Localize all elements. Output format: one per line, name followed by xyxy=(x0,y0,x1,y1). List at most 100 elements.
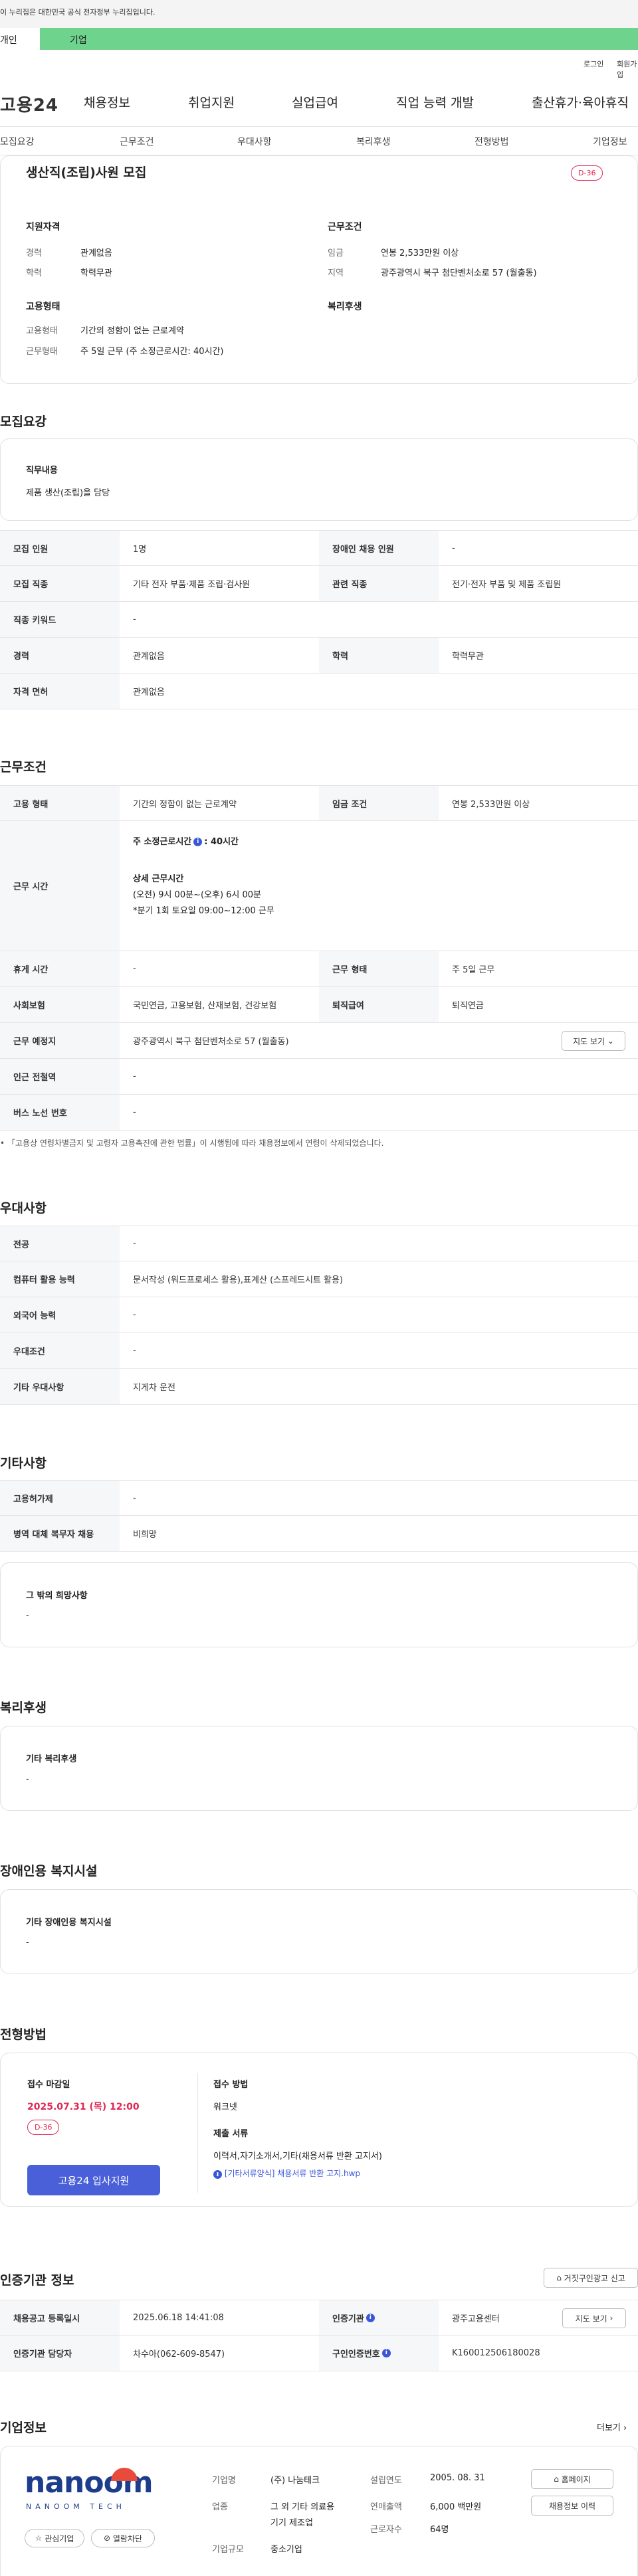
block-label: 열람차단 xyxy=(112,2533,143,2543)
homepage-button[interactable]: ⌂ 홈페이지 xyxy=(531,2469,613,2489)
gnb-training[interactable]: 직업 능력 개발 xyxy=(396,93,474,111)
apply-button[interactable]: 고용24 입사지원 xyxy=(27,2165,160,2195)
anchor-company[interactable]: 기업정보 xyxy=(593,135,627,148)
favorite-label: 관심기업 xyxy=(45,2533,74,2543)
prefer-heading: 우대사항 xyxy=(0,1201,47,1216)
tab-company[interactable]: 기업 xyxy=(70,33,87,46)
employees-value: 64명 xyxy=(430,2525,449,2535)
welfare-card: 기타 복리후생 - xyxy=(0,1726,638,1811)
career-label: 경력 xyxy=(26,248,42,258)
th-emp: 고용 형태 xyxy=(0,786,120,820)
disability-title: 기타 장애인용 복지시설 xyxy=(26,1918,112,1928)
th-major: 전공 xyxy=(0,1226,120,1261)
info-icon[interactable]: i xyxy=(366,2313,375,2322)
law-note-text: 「고용상 연령차별금지 및 고령자 고용촉진에 관한 법률」이 시행됨에 따라 … xyxy=(7,1139,384,1148)
history-button[interactable]: 채용정보 이력 xyxy=(531,2496,613,2516)
th-hours: 근무 시간 xyxy=(0,821,120,951)
worktype-label: 근무형태 xyxy=(26,347,58,357)
anchor-prefer[interactable]: 우대사항 xyxy=(237,135,272,148)
gov-banner: 이 누리집은 대한민국 공식 전자정부 누리집입니다. xyxy=(0,0,638,28)
th-related-job: 관련 직종 xyxy=(319,566,439,601)
gnb-support[interactable]: 취업지원 xyxy=(188,93,235,111)
th-wage: 임금 조건 xyxy=(319,786,439,820)
anchor-welfare[interactable]: 복리후생 xyxy=(356,135,391,148)
td-reg-date: 2025.06.18 14:41:08 xyxy=(133,2312,224,2323)
td-retire: 퇴직연금 xyxy=(452,1001,484,1011)
cert-heading: 인증기관 정보 xyxy=(0,2273,74,2288)
gnb-leave[interactable]: 출산휴가·육아휴직 xyxy=(532,93,629,111)
td-bus: - xyxy=(133,1107,136,1117)
th-permit: 고용허가제 xyxy=(0,1481,120,1515)
th-org-label: 인증기관 xyxy=(332,2314,364,2324)
td-hours: 주 소정근로시간 i: 40시간 상세 근무시간 (오전) 9시 00분~(오후)… xyxy=(120,821,638,951)
site-logo[interactable]: 고용24 xyxy=(0,92,58,116)
td-job-type: 기타 전자 부품·제품 조립·검사원 xyxy=(133,580,251,590)
law-note: • 「고용상 연령차별금지 및 고령자 고용촉진에 관한 법률」이 시행됨에 따… xyxy=(0,1139,384,1148)
attachment-link[interactable]: ⬇ [기타서류양식] 채용서류 반환 고지.hwp xyxy=(213,2167,360,2179)
chevron-right-icon: › xyxy=(623,2423,627,2433)
anchor-recruit[interactable]: 모집요강 xyxy=(0,135,35,148)
report-button[interactable]: ⌂ 거짓구인광고 신고 xyxy=(544,2268,638,2288)
more-link[interactable]: 더보기 › xyxy=(597,2421,627,2433)
th-station: 인근 전철역 xyxy=(0,1059,120,1094)
wage-label: 임금 xyxy=(328,248,344,258)
login-link[interactable]: 로그인 xyxy=(584,58,603,69)
deadline-label: 접수 마감일 xyxy=(27,2080,70,2090)
tab-personal[interactable]: 개인 xyxy=(0,28,40,50)
signup-link[interactable]: 회원가입 xyxy=(617,58,638,80)
welfare-heading: 복리후생 xyxy=(0,1701,47,1715)
anchor-conditions[interactable]: 근무조건 xyxy=(120,135,154,148)
th-insurance: 사회보험 xyxy=(0,987,120,1022)
emp-title: 고용형태 xyxy=(26,302,60,312)
td-place: 광주광역시 북구 첨단벤처소로 57 (월출동) xyxy=(133,1037,289,1047)
job-title: 생산직(조립)사원 모집 xyxy=(26,165,147,180)
emptype-value: 기간의 정함이 없는 근로계약 xyxy=(80,326,184,336)
edu-label: 학력 xyxy=(26,268,42,278)
other-title: 그 밖의 희망사항 xyxy=(26,1591,88,1601)
other-value: - xyxy=(26,1611,29,1621)
info-icon[interactable]: i xyxy=(381,2349,391,2357)
sales-value: 6,000 백만원 xyxy=(430,2502,482,2512)
td-wage: 연봉 2,533만원 이상 xyxy=(452,799,530,810)
welfare-title: 복리후생 xyxy=(328,302,362,312)
info-icon[interactable]: i xyxy=(193,838,203,846)
star-icon: ☆ xyxy=(35,2533,43,2543)
th-cert-num-label: 구인인증번호 xyxy=(332,2349,380,2359)
region-label: 지역 xyxy=(328,268,344,278)
map-button[interactable]: 지도 보기 ⌄ xyxy=(562,1031,625,1051)
employees-label: 근로자수 xyxy=(370,2525,402,2535)
th-prefer-cond: 우대조건 xyxy=(0,1333,120,1368)
th-career: 경력 xyxy=(0,638,120,673)
hours-main-label: 주 소정근로시간 xyxy=(133,837,192,847)
th-edu: 학력 xyxy=(319,638,439,673)
more-link-label: 더보기 xyxy=(597,2423,621,2433)
qual-title: 지원자격 xyxy=(26,222,60,232)
td-org: 광주고용센터 xyxy=(452,2314,500,2324)
gnb-benefit[interactable]: 실업급여 xyxy=(292,93,338,111)
method-value: 워크넷 xyxy=(213,2102,237,2112)
site-tabs: 개인 기업 xyxy=(0,28,638,50)
hours-detail-title: 상세 근무시간 xyxy=(133,874,184,884)
method-label: 접수 방법 xyxy=(213,2080,249,2090)
th-keyword: 직종 키워드 xyxy=(0,602,120,637)
td-prefer-etc: 지게차 운전 xyxy=(133,1383,175,1393)
td-license: 관계없음 xyxy=(133,688,165,697)
anchor-process[interactable]: 전형방법 xyxy=(475,135,509,148)
block-icon: ⊘ xyxy=(103,2533,111,2543)
chevron-right-icon: › xyxy=(609,2314,613,2323)
disability-heading: 장애인용 복지시설 xyxy=(0,1864,98,1879)
hours-main-value: : 40시간 xyxy=(204,837,239,847)
emptype-label: 고용형태 xyxy=(26,326,58,336)
th-headcount: 모집 인원 xyxy=(0,531,120,565)
org-map-button[interactable]: 지도 보기 › xyxy=(562,2308,626,2328)
td-headcount: 1명 xyxy=(133,544,147,555)
duty-title: 직무내용 xyxy=(26,466,58,476)
block-button[interactable]: ⊘ 열람차단 xyxy=(91,2529,155,2547)
favorite-button[interactable]: ☆ 관심기업 xyxy=(25,2529,84,2547)
th-place: 근무 예정지 xyxy=(0,1023,120,1058)
td-form: 주 5일 근무 xyxy=(452,965,495,975)
process-dday-badge: D-36 xyxy=(27,2120,60,2135)
edu-value: 학력무관 xyxy=(80,268,112,278)
est-label: 설립연도 xyxy=(370,2476,402,2486)
gnb-jobs[interactable]: 채용정보 xyxy=(84,93,130,111)
